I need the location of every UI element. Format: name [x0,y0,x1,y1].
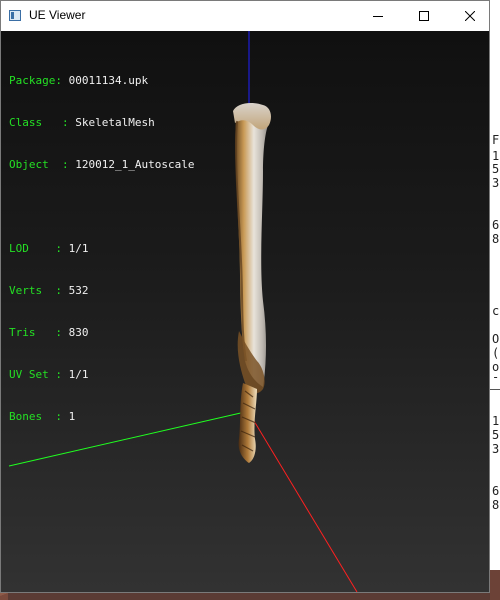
info-label: Verts [9,284,43,297]
minimize-button[interactable] [355,1,401,31]
info-label: UV Set [9,368,49,381]
info-separator: : [42,410,69,423]
bg-window-text: c [492,304,500,318]
info-tris-row: Tris : 830 [9,326,194,340]
info-lod-row: LOD : 1/1 [9,242,194,256]
info-package-row: Package: 00011134.upk [9,74,194,88]
info-value: 1/1 [68,368,89,381]
info-value: 1/1 [68,242,89,255]
info-bones-row: Bones : 1 [9,410,194,424]
info-label: Class [9,116,43,129]
close-button[interactable] [447,1,493,31]
info-label: Tris [9,326,36,339]
bg-window-text: - [492,370,500,384]
info-separator: : [28,242,69,255]
x-axis-line [247,410,358,592]
maximize-button[interactable] [401,1,447,31]
bg-window-text: O [492,332,500,346]
info-value: 00011134.upk [68,74,149,87]
info-separator: : [48,158,76,171]
ue-viewer-window[interactable]: UE Viewer Package: 00011134.upk Class: … [0,0,490,593]
info-separator: : [42,116,76,129]
bg-window-text: 6 [492,218,500,232]
info-class-row: Class : SkeletalMesh [9,116,194,130]
background-window[interactable]: F 1 5 3 6 8 c O ( o - 1 5 3 6 8 [490,0,500,600]
bg-window-text: 1 [492,414,500,428]
bg-window-divider [490,389,500,390]
info-label: Bones [9,410,43,423]
info-label: Package [9,74,56,87]
title-bar[interactable]: UE Viewer [1,1,489,31]
info-separator: : [42,284,69,297]
bg-window-text: 8 [492,498,500,512]
bg-window-text: 6 [492,484,500,498]
bg-window-text: 5 [492,162,500,176]
minimize-icon [373,16,383,17]
info-label: LOD [9,242,29,255]
bg-window-text: ( [492,346,500,360]
handle [238,383,257,463]
bg-window-text: 3 [492,176,500,190]
info-uvset-row: UV Set : 1/1 [9,368,194,382]
bg-window-text: 1 [492,149,500,163]
info-value: 830 [68,326,89,339]
info-label: Object [9,158,49,171]
app-window-icon [9,10,21,21]
info-verts-row: Verts : 532 [9,284,194,298]
desktop-background-bottom [490,570,500,600]
info-value: 120012_1_Autoscale [75,158,195,171]
close-icon [465,11,475,21]
bg-window-text: 8 [492,232,500,246]
maximize-icon [419,11,429,21]
info-value: 1 [68,410,76,423]
bg-window-text: 5 [492,428,500,442]
info-value: 532 [68,284,89,297]
info-separator: : [35,326,69,339]
window-title: UE Viewer [29,8,86,22]
3d-viewport[interactable]: Package: 00011134.upk Class : SkeletalMe… [1,31,489,592]
info-object-row: Object : 120012_1_Autoscale [9,158,194,172]
info-value: SkeletalMesh [75,116,155,129]
bg-window-text: F [492,133,500,147]
bg-window-text: 3 [492,442,500,456]
info-separator: : [48,368,69,381]
mesh-info-panel: Package: 00011134.upk Class : SkeletalMe… [9,46,194,452]
info-separator: : [55,74,69,87]
